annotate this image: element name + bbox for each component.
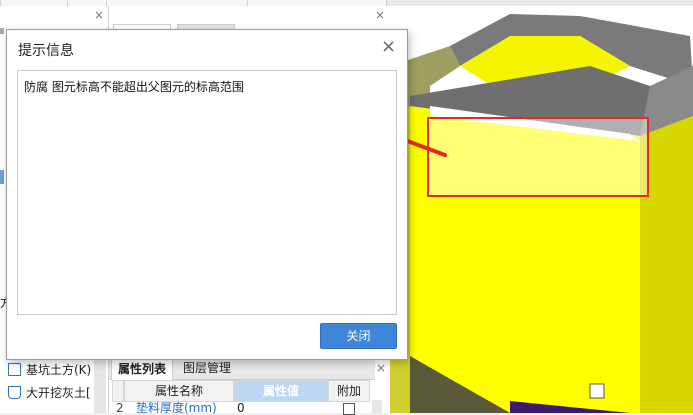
row-extra-checkbox[interactable] — [343, 403, 355, 415]
table-header-name[interactable]: 属性名称 — [124, 380, 234, 402]
list-item-label: 基坑土方(K) — [26, 363, 92, 377]
panel-edge-mark — [0, 28, 4, 34]
3d-model-drawing — [390, 6, 693, 413]
table-header-index — [112, 380, 124, 402]
annotation-box — [427, 117, 649, 197]
dialog-message: 防腐 图元标高不能超出父图元的标高范围 — [24, 80, 244, 94]
list-item-excavation[interactable]: 大开挖灰土[ — [8, 383, 91, 403]
table-header-extra[interactable]: 附加 — [328, 380, 370, 402]
panel-close-icon[interactable]: × — [375, 9, 385, 21]
tab-property-list[interactable]: 属性列表 — [111, 357, 174, 380]
panel-close-icon[interactable]: × — [376, 362, 386, 374]
small-marker — [589, 383, 605, 399]
message-box: 防腐 图元标高不能超出父图元的标高范围 — [17, 70, 397, 315]
left-panel-scrollbar[interactable] — [94, 360, 106, 413]
3d-viewport[interactable] — [390, 6, 693, 413]
pit-icon — [8, 363, 21, 376]
panel-edge-mark — [0, 170, 4, 184]
bottom-tab-bar: 属性列表 图层管理 — [109, 357, 375, 380]
info-dialog: 提示信息 × 防腐 图元标高不能超出父图元的标高范围 关闭 — [6, 29, 408, 360]
table-scrollbar[interactable] — [372, 400, 382, 413]
list-item-pit[interactable]: 基坑土方(K) — [8, 360, 91, 380]
dialog-title: 提示信息 — [18, 43, 74, 59]
close-button[interactable]: 关闭 — [320, 323, 397, 349]
list-item-label: 大开挖灰土[ — [26, 386, 91, 400]
panel-close-icon[interactable]: × — [94, 9, 104, 21]
table-header-value[interactable]: 属性值 — [234, 380, 328, 402]
excavation-icon — [8, 386, 21, 399]
close-icon[interactable]: × — [381, 38, 396, 56]
tab-layer-manage[interactable]: 图层管理 — [177, 357, 237, 379]
